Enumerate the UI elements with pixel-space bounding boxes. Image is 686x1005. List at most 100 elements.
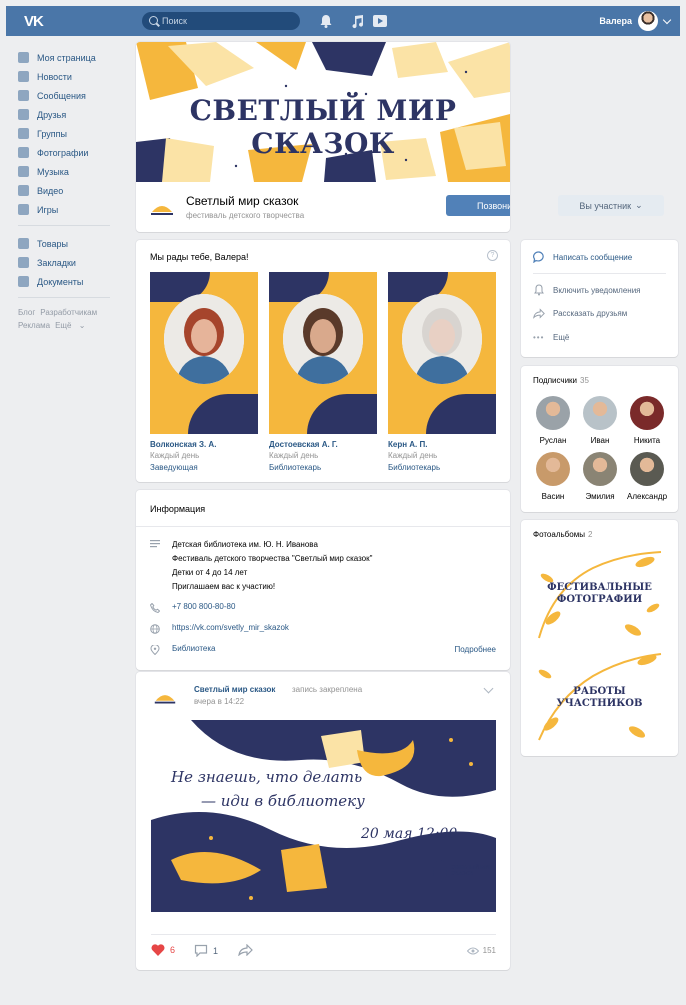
bell-icon[interactable]: [318, 13, 334, 29]
call-button[interactable]: Позвонить: [446, 195, 510, 216]
sidebar-item[interactable]: Новости: [18, 67, 128, 86]
more-info-link[interactable]: Подробнее: [455, 645, 497, 654]
staff-role[interactable]: Библиотекарь: [269, 463, 377, 472]
album-item[interactable]: РАБОТЫ УЧАСТНИКОВ: [533, 648, 666, 744]
comment-button[interactable]: 1: [194, 944, 218, 957]
sidebar-item-label: Группы: [37, 128, 67, 139]
website-link[interactable]: https://vk.com/svetly_mir_skazok: [172, 623, 289, 632]
more-actions-button[interactable]: ••• Ещё: [533, 333, 569, 342]
staff-role[interactable]: Заведующая: [150, 463, 258, 472]
phone-link[interactable]: +7 800 800-80-80: [172, 602, 235, 611]
footer-link-more[interactable]: Ещё ⌄: [55, 321, 85, 330]
user-name: Валера: [599, 16, 632, 26]
enable-notifications-button[interactable]: Включить уведомления: [533, 284, 641, 296]
help-icon[interactable]: ?: [487, 250, 498, 261]
info-card: Информация Детская библиотека им. Ю. Н. …: [136, 490, 510, 670]
divider: [151, 934, 496, 935]
subscriber-item[interactable]: Васин: [529, 452, 577, 501]
post-image[interactable]: Не знаешь, что делать — иди в библиотеку…: [151, 720, 496, 912]
sidebar-item-label: Видео: [37, 185, 64, 196]
post-author-avatar[interactable]: [152, 684, 178, 710]
sidebar-item-label: Документы: [37, 276, 84, 287]
tell-friends-button[interactable]: Рассказать друзьям: [533, 308, 627, 319]
sidebar-item-label: Закладки: [37, 257, 76, 268]
subscriber-item[interactable]: Руслан: [529, 396, 577, 445]
chevron-down-icon[interactable]: [483, 683, 494, 694]
sidebar-item-label: Товары: [37, 238, 68, 249]
staff-role[interactable]: Библиотекарь: [388, 463, 496, 472]
staff-name[interactable]: Волконская З. А.: [150, 440, 258, 449]
sidebar-item[interactable]: Музыка: [18, 162, 128, 181]
staff-name[interactable]: Достоевская А. Г.: [269, 440, 377, 449]
welcome-title: Мы рады тебе, Валера!: [150, 252, 249, 262]
subscriber-name: Александр: [626, 492, 668, 501]
vk-logo[interactable]: VK: [24, 13, 44, 30]
like-button[interactable]: 6: [151, 944, 175, 956]
subscriber-item[interactable]: Иван: [576, 396, 624, 445]
search-box[interactable]: [142, 12, 300, 30]
description-line: Детская библиотека им. Ю. Н. Иванова: [172, 540, 318, 549]
share-button[interactable]: [238, 944, 253, 956]
post-time[interactable]: вчера в 14:22: [194, 697, 244, 706]
staff-card[interactable]: Волконская З. А. Каждый день Заведующая: [150, 272, 258, 472]
comment-count: 1: [213, 945, 219, 956]
groups-icon: [18, 128, 29, 139]
sidebar-item[interactable]: Фотографии: [18, 143, 128, 162]
footer-link-dev[interactable]: Разработчикам: [40, 308, 97, 317]
staff-card[interactable]: Достоевская А. Г. Каждый день Библиотекарь: [269, 272, 377, 472]
staff-schedule: Каждый день: [388, 451, 438, 460]
footer-link-blog[interactable]: Блог: [18, 308, 35, 317]
music-icon[interactable]: [349, 13, 365, 29]
sidebar-item[interactable]: Документы: [18, 272, 128, 291]
sidebar-item[interactable]: Сообщения: [18, 86, 128, 105]
sidebar-item-label: Новости: [37, 71, 72, 82]
globe-icon: [150, 624, 160, 634]
sidebar-item[interactable]: Друзья: [18, 105, 128, 124]
heart-icon: [151, 944, 165, 956]
post-author[interactable]: Светлый мир сказок: [194, 685, 275, 694]
eye-icon: [466, 947, 479, 954]
albums-title[interactable]: Фотоальбомы 2: [533, 530, 592, 539]
post-image-text: Не знаешь, что делать: [171, 768, 363, 786]
staff-name[interactable]: Керн А. П.: [388, 440, 496, 449]
subscriber-item[interactable]: Никита: [623, 396, 671, 445]
divider: [136, 526, 510, 527]
search-icon: [149, 16, 158, 25]
sidebar-item-label: Моя страница: [37, 52, 96, 63]
footer-link-ads[interactable]: Реклама: [18, 321, 50, 330]
sidebar-item[interactable]: Видео: [18, 181, 128, 200]
sidebar-item[interactable]: Группы: [18, 124, 128, 143]
album-item[interactable]: ФЕСТИВАЛЬНЫЕ ФОТОГРАФИИ: [533, 548, 666, 644]
sidebar-item[interactable]: Моя страница: [18, 48, 128, 67]
star-icon: [18, 257, 29, 268]
user-menu[interactable]: Валера: [599, 10, 672, 32]
description-line: Детки от 4 до 14 лет: [172, 568, 248, 577]
group-subtitle: фестиваль детского творчества: [186, 211, 305, 220]
staff-schedule: Каждый день: [150, 451, 200, 460]
avatar: [536, 452, 570, 486]
album-title: ФЕСТИВАЛЬНЫЕ ФОТОГРАФИИ: [547, 582, 652, 605]
subscriber-item[interactable]: Александр: [623, 452, 671, 501]
search-input[interactable]: [162, 14, 292, 28]
group-logo[interactable]: [148, 194, 176, 222]
post-pinned-label: запись закреплена: [292, 685, 363, 694]
staff-portrait: [164, 294, 244, 384]
sidebar-item[interactable]: Игры: [18, 200, 128, 219]
subscriber-item[interactable]: Эмилия: [576, 452, 624, 501]
description-line: Приглашаем вас к участию!: [172, 582, 276, 591]
write-message-button[interactable]: Написать сообщение: [533, 251, 632, 263]
share-icon: [533, 308, 545, 319]
avatar: [638, 11, 658, 31]
play-icon[interactable]: [372, 13, 388, 29]
sidebar-item[interactable]: Товары: [18, 234, 128, 253]
info-site-row: https://vk.com/svetly_mir_skazok: [150, 623, 289, 634]
description-line: Фестиваль детского творчества "Светлый м…: [172, 554, 373, 563]
staff-card[interactable]: Керн А. П. Каждый день Библиотекарь: [388, 272, 496, 472]
cover-image: СВЕТЛЫЙ МИР СКАЗОК: [136, 42, 510, 182]
category-link[interactable]: Библиотека: [172, 644, 216, 653]
subscribers-title[interactable]: Подписчики 35: [533, 376, 589, 385]
avatar: [630, 396, 664, 430]
sidebar-item[interactable]: Закладки: [18, 253, 128, 272]
member-button[interactable]: Вы участник ⌄: [558, 195, 664, 216]
info-phone-row: +7 800 800-80-80: [150, 602, 235, 613]
